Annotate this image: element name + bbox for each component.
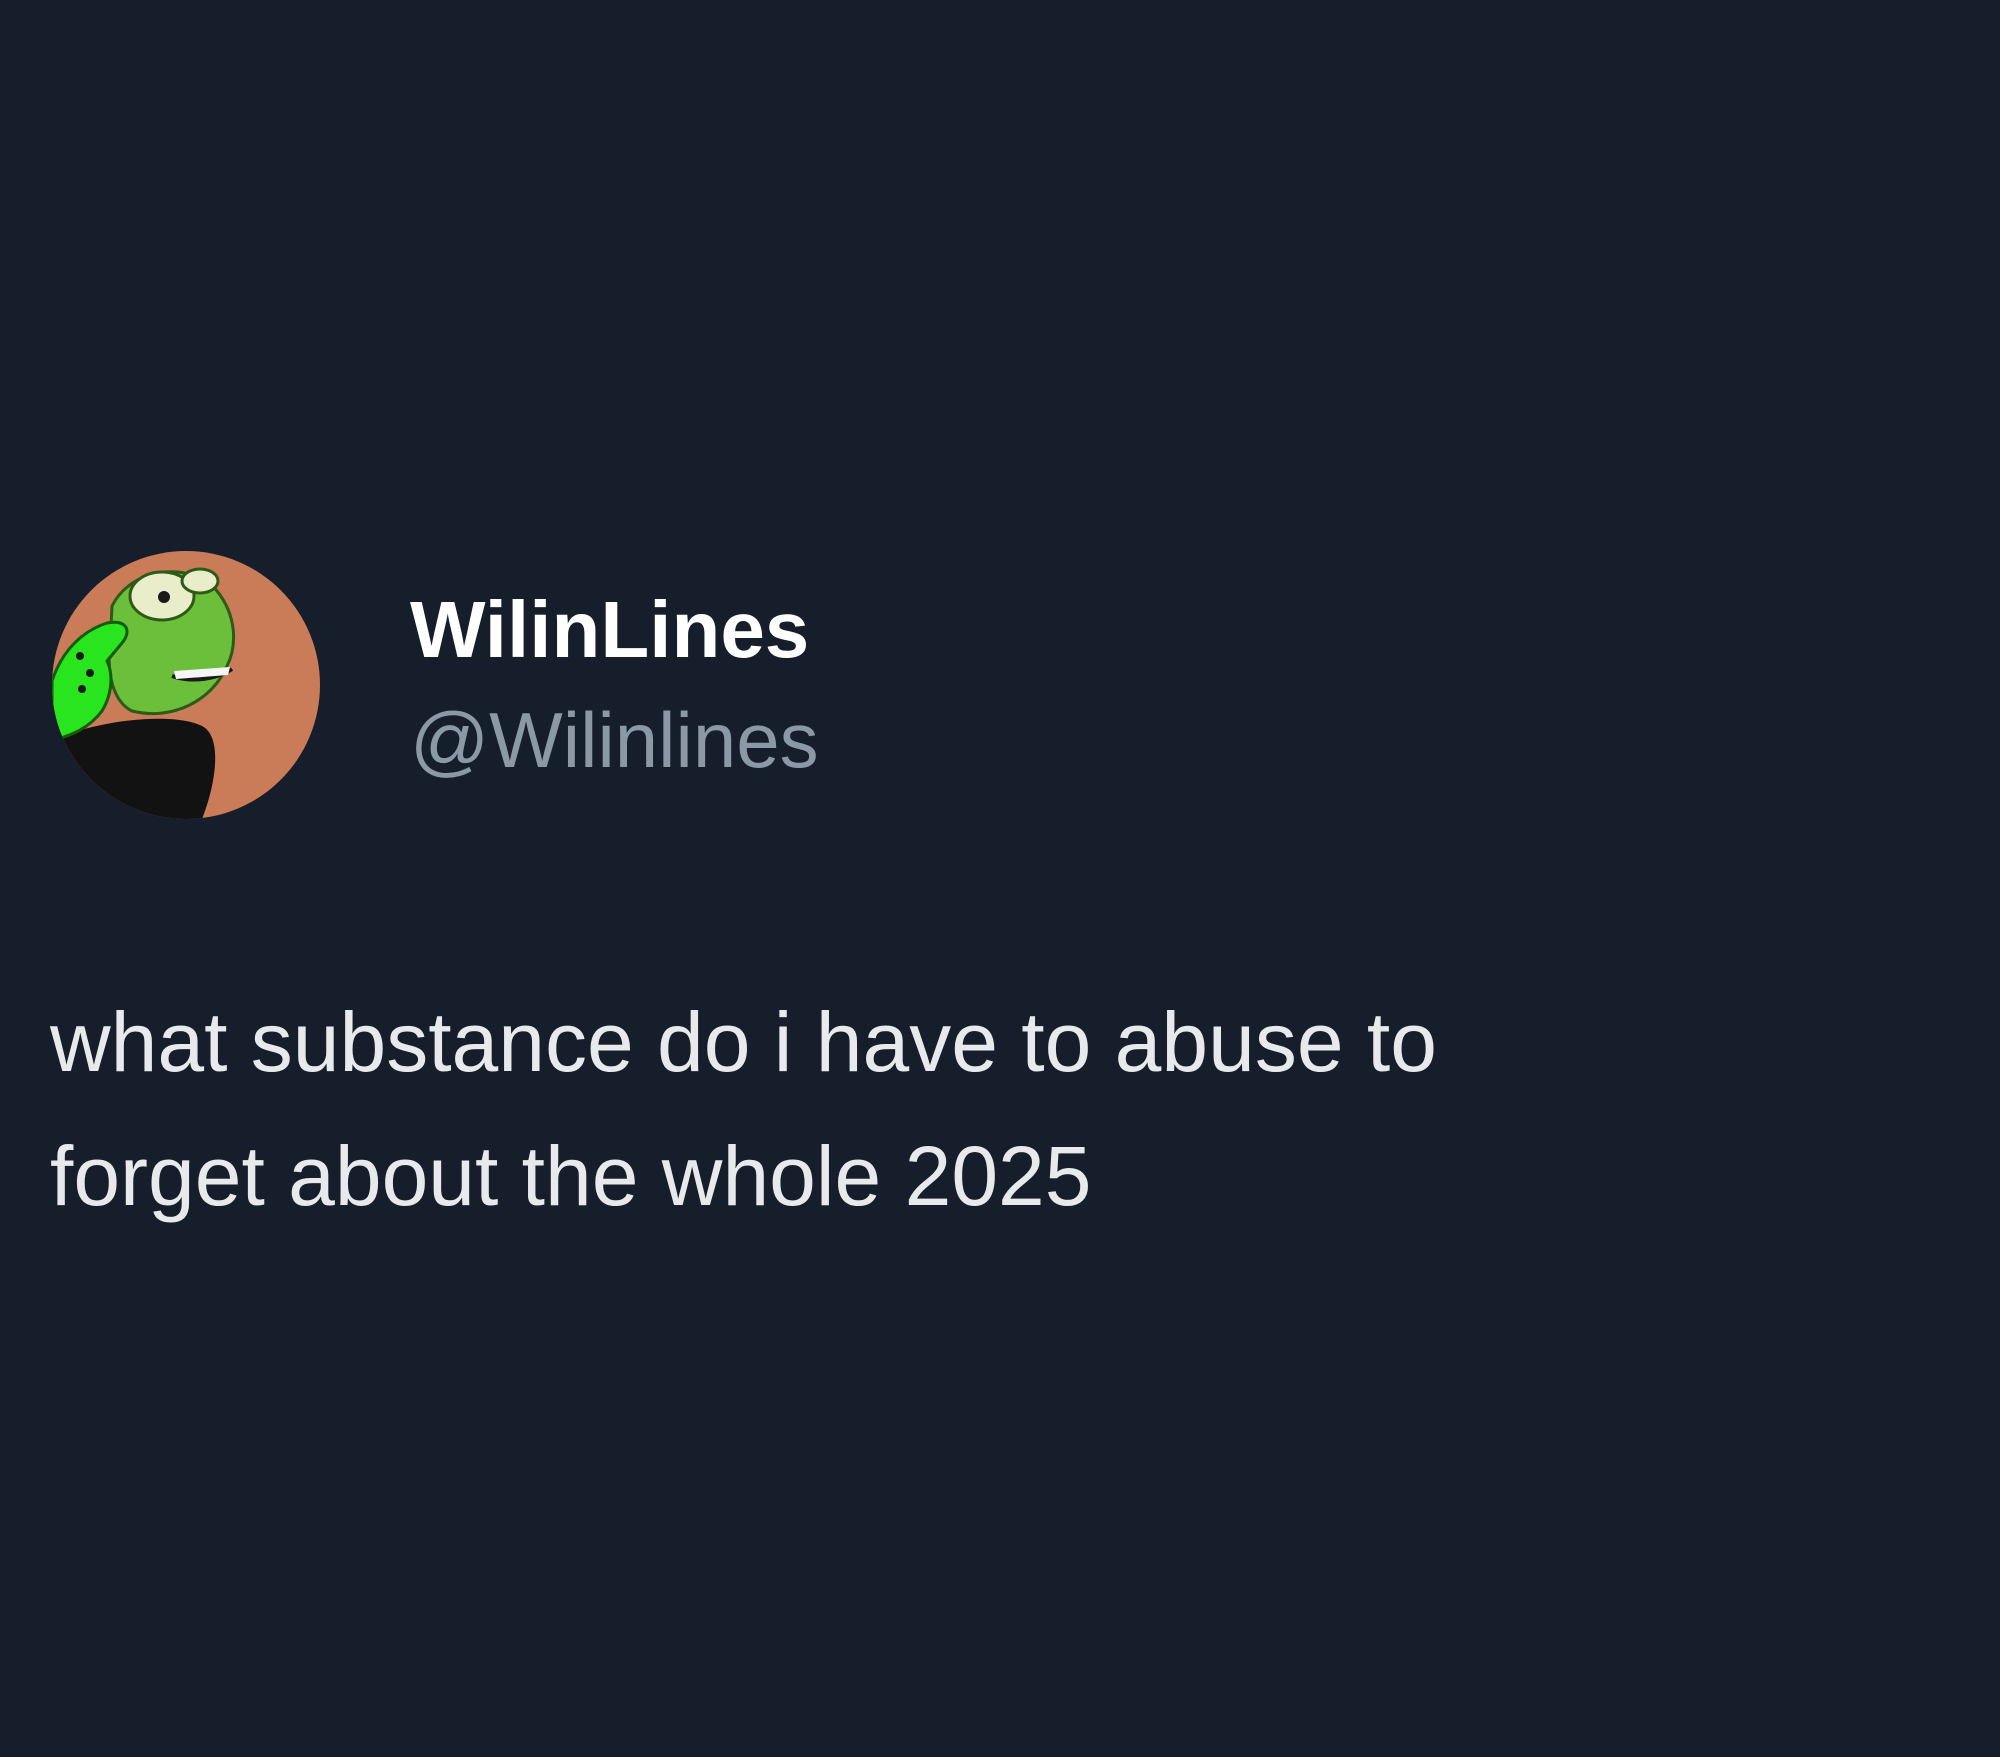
tweet-text: what substance do i have to abuse to for… [50, 995, 1437, 1223]
display-name[interactable]: WilinLines [410, 582, 819, 678]
tweet-card: WilinLines @Wilinlines what substance do… [0, 0, 2000, 1757]
avatar[interactable] [52, 551, 320, 819]
user-handle[interactable]: @Wilinlines [410, 692, 819, 788]
kermit-frog-avatar-icon [52, 551, 320, 819]
author-names: WilinLines @Wilinlines [410, 582, 819, 788]
tweet-header: WilinLines @Wilinlines [52, 550, 819, 820]
